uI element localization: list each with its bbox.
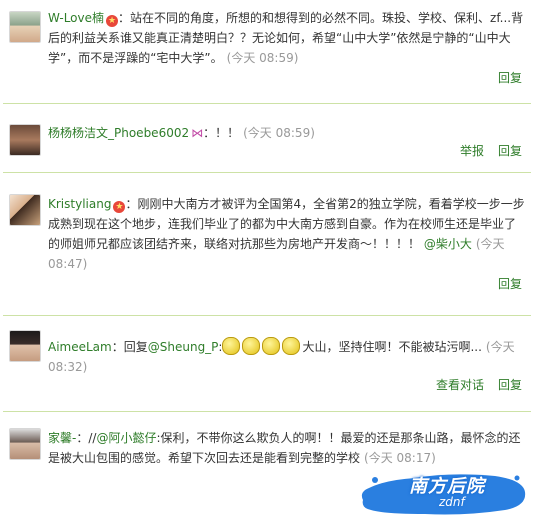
timestamp: (今天 08:59) [243,126,315,140]
divider [3,172,531,173]
comment-text: ：！！ [203,126,240,140]
comment-text: 大山，坚持住啊！不能被玷污啊... [302,340,482,354]
username[interactable]: 家馨- [48,431,76,445]
reply-link[interactable]: 回复 [498,378,522,392]
comment-content: 杨杨杨洁文_Phoebe6002 ⋈：！！ (今天 08:59) [48,123,526,143]
vip-star-icon: ★ [113,201,126,213]
emoticon-icon [282,337,301,355]
mention-link[interactable]: @阿小懿仔 [96,431,156,445]
comment-actions: 举报 回复 [446,142,522,159]
username[interactable]: AimeeLam [48,340,112,354]
reply-link[interactable]: 回复 [498,144,522,158]
mention-link[interactable]: @Sheung_P [148,340,219,354]
avatar[interactable] [9,194,41,226]
comment-actions: 回复 [484,275,522,292]
avatar[interactable] [9,124,41,156]
bow-icon: ⋈ [191,126,204,140]
emoticon-icon [242,337,261,355]
mention-link[interactable]: @柴小大 [424,237,472,251]
divider [3,315,531,316]
site-watermark: 南方后院 zdnf [355,470,530,516]
username[interactable]: Kristyliang [48,197,111,211]
username[interactable]: W-Love楠 [48,11,104,25]
comment-actions: 回复 [484,69,522,86]
report-link[interactable]: 举报 [460,144,484,158]
comment-content: Kristyliang ★ ：刚刚中大南方才被评为全国第4，全省第2的独立学院，看着… [48,194,526,274]
reply-link[interactable]: 回复 [498,71,522,85]
emoticon-icon [262,337,281,355]
view-conversation-link[interactable]: 查看对话 [436,378,484,392]
timestamp: (今天 08:59) [226,51,299,65]
vip-star-icon: ★ [106,15,119,27]
emoticon-icon [222,337,241,355]
divider [3,411,531,412]
avatar[interactable] [9,330,41,362]
username[interactable]: 杨杨杨洁文_Phoebe6002 [48,126,189,140]
comment-actions: 查看对话 回复 [422,376,522,393]
reply-link[interactable]: 回复 [498,277,522,291]
divider [3,103,531,104]
watermark-text-en: zdnf [439,495,465,509]
reply-prefix: ：回复 [111,340,148,354]
comment-content: AimeeLam：回复@Sheung_P: 大山，坚持住啊！不能被玷污啊... (今… [48,337,526,377]
reply-prefix: ：// [76,431,97,445]
timestamp: (今天 08:17) [364,451,436,465]
avatar[interactable] [9,11,41,43]
comment-content: 家馨-：//@阿小懿仔:保利，不带你这么欺负人的啊！！最爱的还是那条山路，最怀念… [48,428,526,468]
comment-content: W-Love楠 ★ ：站在不同的角度，所想的和想得到的必然不同。珠投、学校、保利、z… [48,8,526,68]
avatar[interactable] [9,428,41,460]
